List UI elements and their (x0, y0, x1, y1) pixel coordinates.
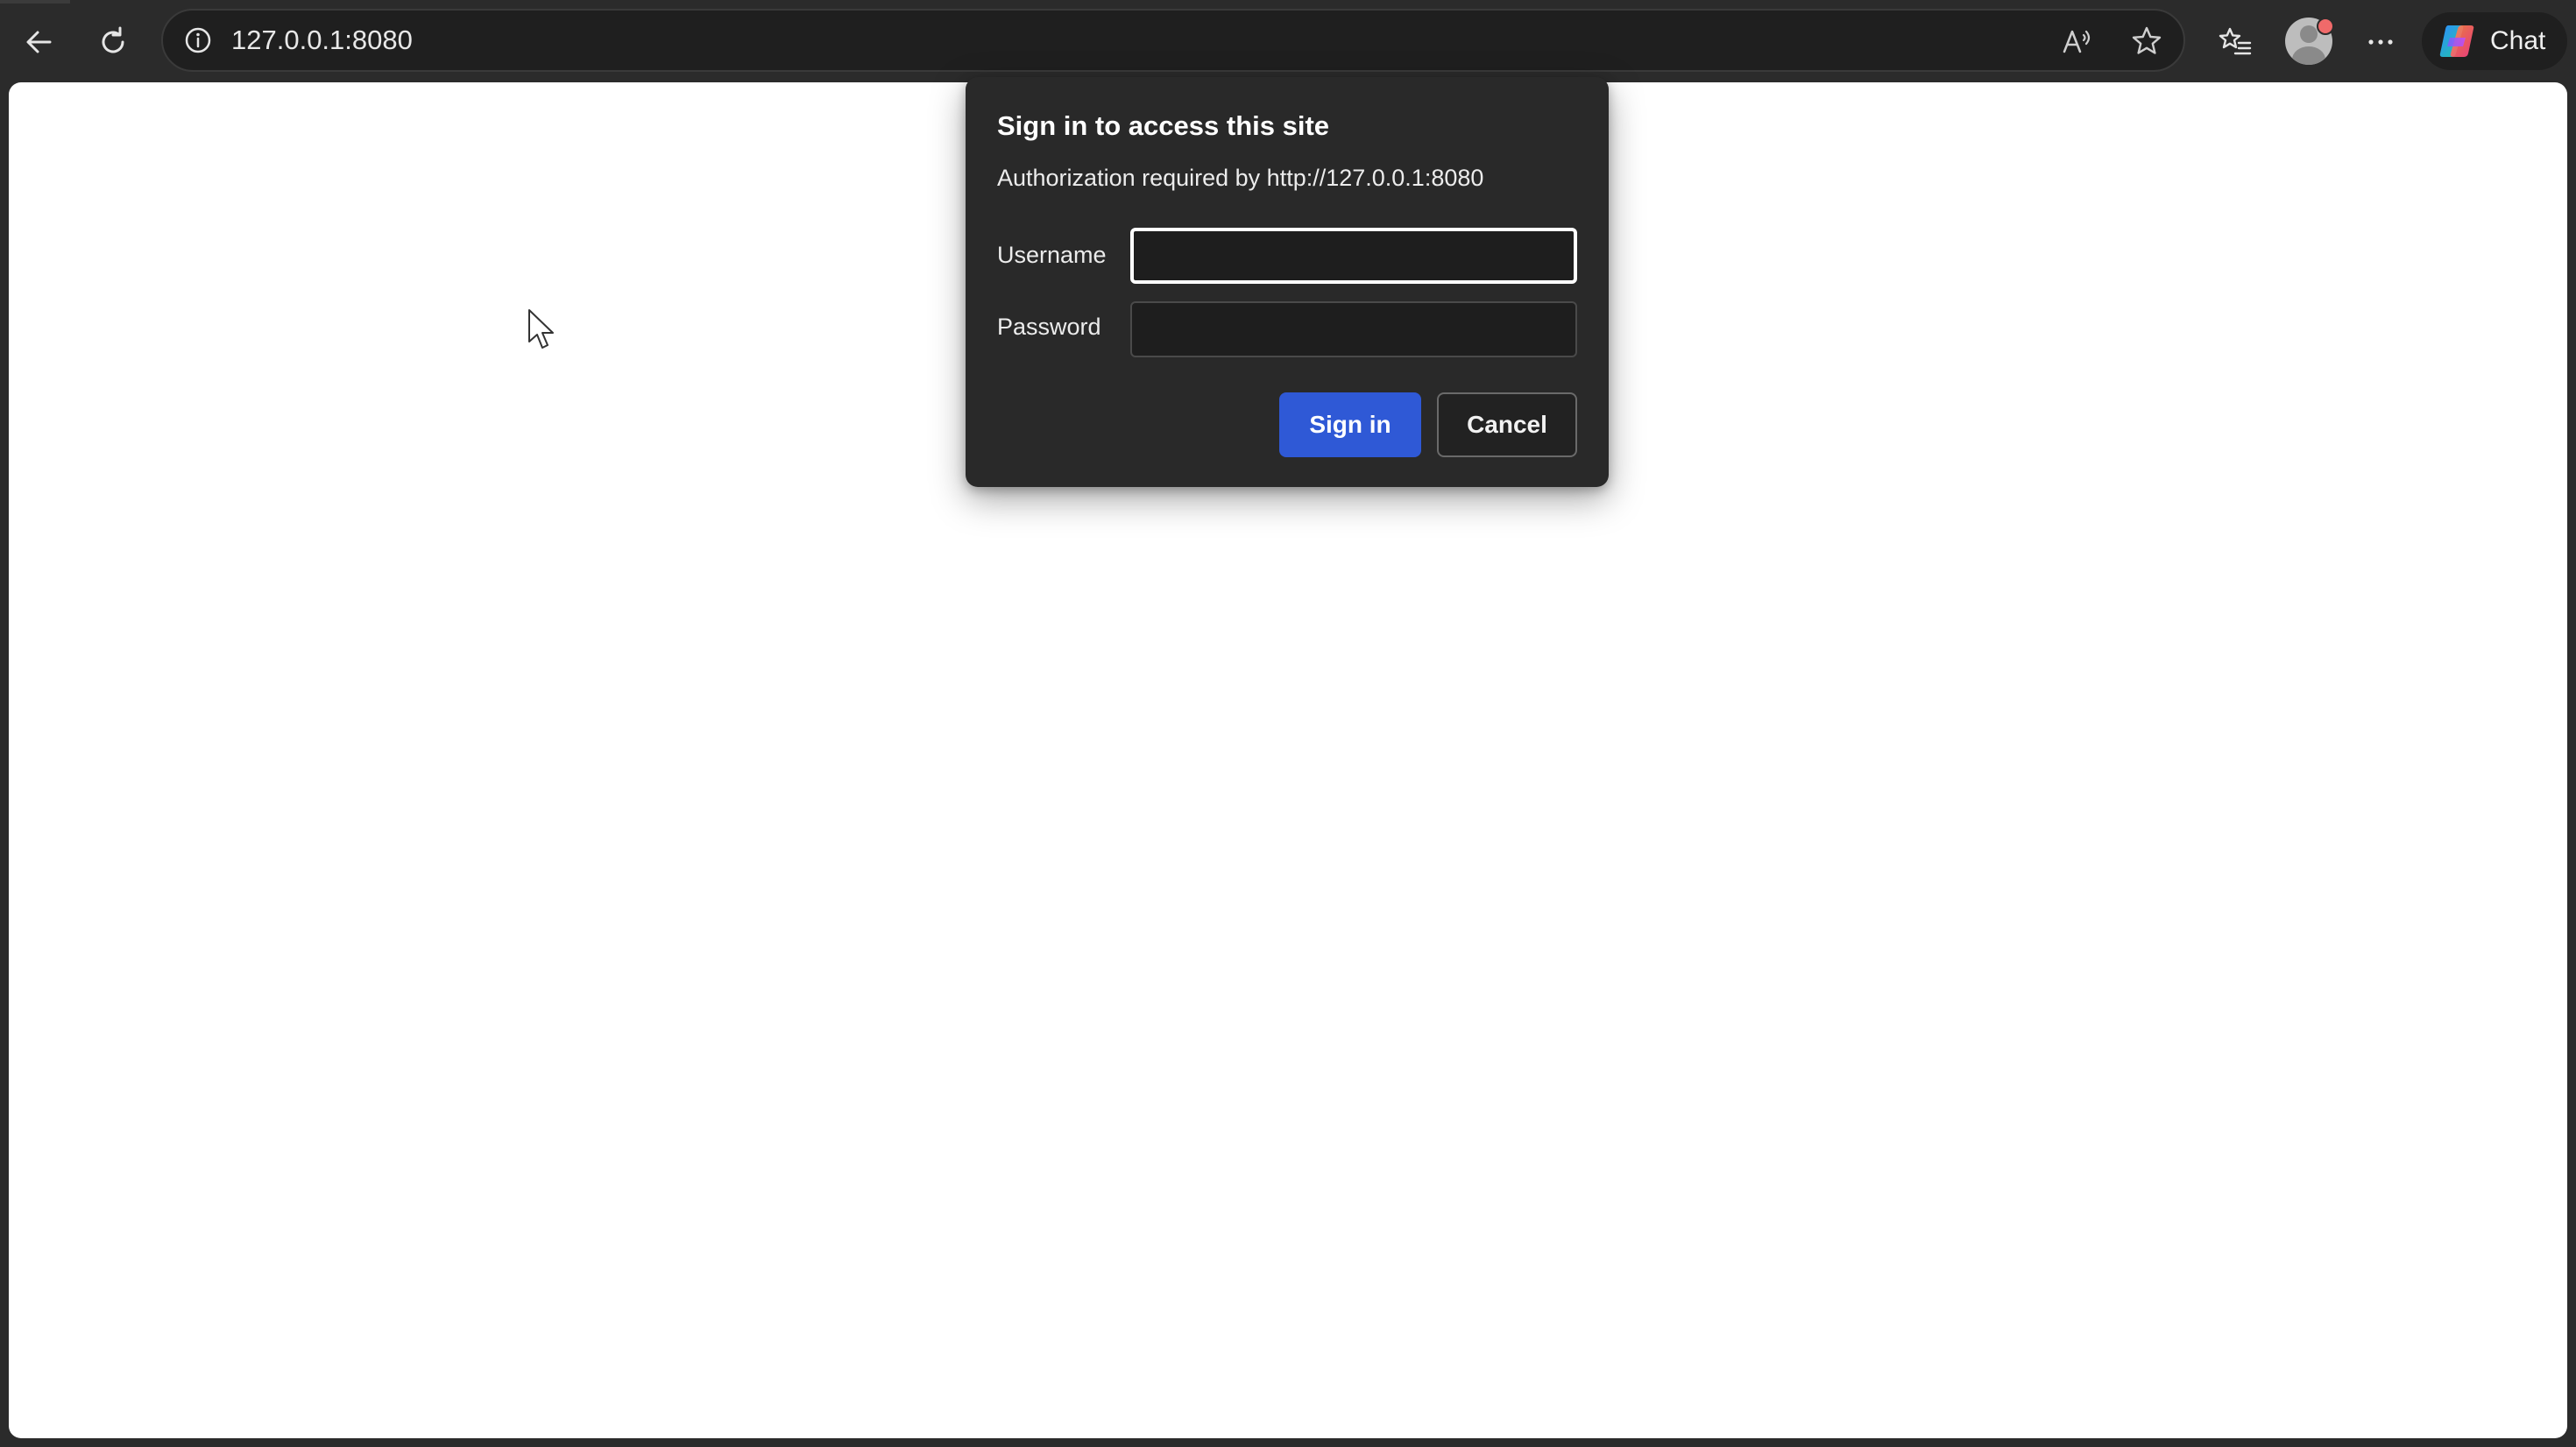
password-label: Password (997, 314, 1101, 340)
read-aloud-button[interactable] (2056, 20, 2098, 62)
dialog-title: Sign in to access this site (997, 110, 1330, 141)
sign-in-button[interactable]: Sign in (1279, 392, 1421, 457)
tab-strip-edge (0, 0, 70, 4)
back-arrow-icon (26, 31, 52, 53)
username-label: Username (997, 242, 1107, 268)
site-info-button[interactable] (180, 23, 216, 58)
avatar-body (2292, 46, 2325, 65)
copilot-chat-button[interactable]: Chat (2422, 12, 2567, 70)
avatar-head (2300, 25, 2318, 43)
read-aloud-icon (2063, 30, 2091, 53)
star-icon (2132, 26, 2162, 54)
more-button[interactable] (2353, 15, 2408, 69)
info-icon (185, 27, 211, 53)
back-button[interactable] (12, 15, 67, 69)
favorites-button[interactable] (2208, 15, 2262, 69)
cancel-button[interactable]: Cancel (1437, 392, 1577, 457)
chat-label: Chat (2490, 26, 2546, 55)
username-field[interactable] (1130, 228, 1577, 284)
mouse-cursor-icon (528, 309, 554, 349)
url-text[interactable]: 127.0.0.1:8080 (231, 25, 413, 56)
address-bar[interactable]: 127.0.0.1:8080 (161, 9, 2185, 72)
sign-in-dialog: Sign in to access this site Authorizatio… (966, 77, 1609, 487)
password-field[interactable] (1130, 301, 1577, 357)
favorites-icon (2219, 27, 2252, 55)
add-favorite-button[interactable] (2126, 20, 2168, 62)
copilot-icon (2439, 25, 2474, 57)
browser-toolbar: 127.0.0.1:8080 Chat (0, 0, 2576, 82)
refresh-icon (102, 26, 124, 53)
more-dots-icon (2368, 39, 2393, 45)
notification-dot (2317, 18, 2334, 35)
refresh-button[interactable] (86, 15, 140, 69)
dialog-subtitle: Authorization required by http://127.0.0… (997, 165, 1484, 191)
